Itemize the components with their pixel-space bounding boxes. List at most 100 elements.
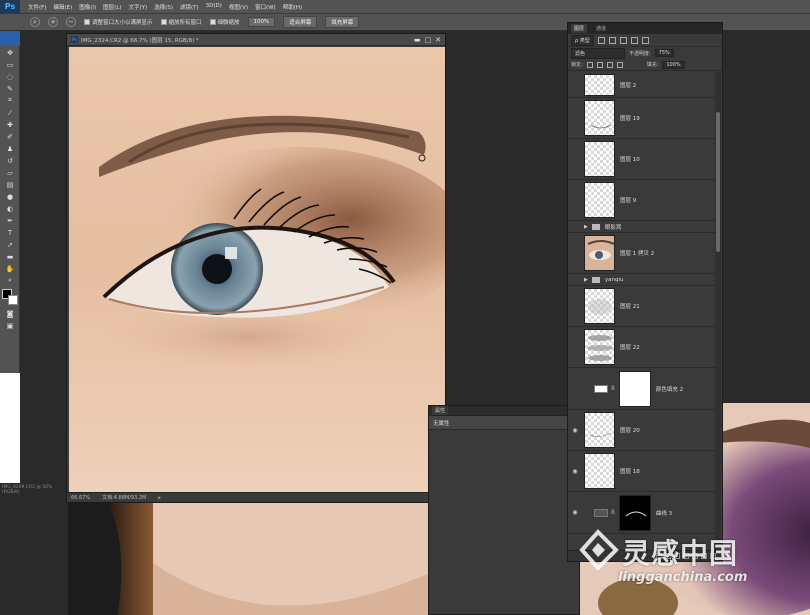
background-color-swatch[interactable] (8, 295, 18, 305)
expand-arrow-icon[interactable]: ▶ (584, 224, 588, 230)
dodge-tool-icon[interactable]: ◐ (2, 203, 18, 214)
layer-row[interactable]: 图层 2 (568, 72, 716, 98)
lock-position-icon[interactable] (606, 61, 613, 68)
quick-select-tool-icon[interactable]: ✎ (2, 83, 18, 94)
status-arrow-icon[interactable]: ▸ (158, 495, 161, 501)
visibility-eye-icon[interactable]: ◉ (568, 427, 582, 434)
layer-mask-thumbnail[interactable] (618, 370, 651, 407)
layer-row[interactable]: ◉ 图层 20 (568, 410, 716, 451)
menu-help[interactable]: 帮助(H) (283, 3, 302, 11)
layer-row[interactable]: 图层 10 (568, 139, 716, 180)
zoom-tool-icon[interactable]: ⌕ (2, 275, 18, 286)
visibility-eye-icon[interactable]: ◉ (568, 509, 582, 516)
marquee-tool-icon[interactable]: ▭ (2, 59, 18, 70)
watermark: 灵感中国 lingganchina.com (578, 528, 810, 598)
blend-mode-select[interactable]: 滤色 (571, 47, 625, 59)
layer-mask-thumbnail[interactable] (618, 494, 651, 531)
menu-window[interactable]: 窗口(W) (255, 3, 276, 11)
lock-image-icon[interactable] (596, 61, 603, 68)
layer-row[interactable]: 图层 9 (568, 180, 716, 221)
fill-label: 填充: (646, 62, 659, 68)
lasso-tool-icon[interactable]: ◌ (2, 71, 18, 82)
pen-tool-icon[interactable]: ✒ (2, 215, 18, 226)
menu-filter[interactable]: 滤镜(T) (180, 3, 199, 11)
lash-stroke-thumbnail (589, 432, 612, 437)
lock-all-icon[interactable] (616, 61, 623, 68)
layers-scrollbar[interactable] (715, 72, 721, 552)
menu-select[interactable]: 选择(S) (154, 3, 173, 11)
zoom-100-button[interactable]: 100% (247, 17, 276, 27)
minimize-icon[interactable]: ▬ (414, 36, 421, 44)
zoom-out-icon[interactable]: − (66, 17, 76, 27)
resize-windows-checkbox[interactable]: 调整窗口大小以满屏显示 (84, 18, 153, 26)
eraser-tool-icon[interactable]: ▱ (2, 167, 18, 178)
zoom-all-windows-checkbox[interactable]: 缩放所有窗口 (160, 18, 202, 26)
menu-items: 文件(F) 编辑(E) 图像(I) 图层(L) 文字(Y) 选择(S) 滤镜(T… (20, 3, 302, 11)
fill-input[interactable]: 100% (662, 60, 685, 69)
shape-tool-icon[interactable]: ▬ (2, 251, 18, 262)
layer-row[interactable]: 图层 22 (568, 327, 716, 368)
filter-kind-select[interactable]: ρ 类型 (571, 34, 594, 46)
quick-mask-icon[interactable]: ◙ (2, 308, 18, 319)
document-size[interactable]: 文档:4.88M/93.2M (102, 494, 146, 501)
tab-layers[interactable]: 图层 (571, 24, 588, 33)
filter-adjustment-icon[interactable] (608, 36, 616, 44)
path-select-tool-icon[interactable]: ➚ (2, 239, 18, 250)
layer-row[interactable]: 8 颜色填充 2 (568, 368, 716, 410)
stamp-tool-icon[interactable]: ♟ (2, 143, 18, 154)
hand-tool-icon[interactable]: ✋ (2, 263, 18, 274)
zoom-tool-icon[interactable]: ⌕ (30, 17, 40, 27)
screen-mode-icon[interactable]: ▣ (2, 320, 18, 331)
healing-brush-tool-icon[interactable]: ✚ (2, 119, 18, 130)
layer-row[interactable]: 图层 19 (568, 98, 716, 139)
opacity-input[interactable]: 75% (654, 49, 674, 57)
expand-arrow-icon[interactable]: ▶ (584, 277, 588, 283)
filter-type-icon[interactable] (619, 36, 627, 44)
menu-3d[interactable]: 3D(D) (206, 3, 222, 11)
scrollbar-thumb[interactable] (716, 112, 720, 252)
layer-group-row[interactable]: ▶ 眼影窝 (568, 221, 716, 233)
gradient-tool-icon[interactable]: ▤ (2, 179, 18, 190)
maximize-icon[interactable]: □ (425, 36, 432, 44)
zoom-in-icon[interactable]: + (48, 17, 58, 27)
mask-stroke-thumbnail (625, 511, 647, 516)
crop-tool-icon[interactable]: ⌗ (2, 95, 18, 106)
filter-smart-icon[interactable] (641, 36, 649, 44)
brush-tool-icon[interactable]: ✐ (2, 131, 18, 142)
visibility-eye-icon[interactable]: ◉ (568, 468, 582, 475)
color-swatches[interactable] (2, 289, 18, 305)
move-tool-icon[interactable]: ✥ (2, 47, 18, 58)
menu-edit[interactable]: 编辑(E) (53, 3, 72, 11)
fit-screen-button[interactable]: 适合屏幕 (283, 16, 318, 28)
lock-transparent-icon[interactable] (586, 61, 593, 68)
document-titlebar[interactable]: Ps IMG_2324.CR2 @ 66.7% (图层 15, RGB/8) *… (67, 34, 445, 46)
filter-shape-icon[interactable] (630, 36, 638, 44)
tab-properties[interactable]: 属性 (432, 406, 449, 415)
scrubby-zoom-checkbox[interactable]: 细微缩放 (209, 18, 240, 26)
type-tool-icon[interactable]: T (2, 227, 18, 238)
fill-screen-button[interactable]: 填充屏幕 (325, 16, 360, 28)
layer-thumbnail (584, 182, 615, 218)
zoom-level[interactable]: 66.67% (71, 495, 90, 501)
layer-filter-row: ρ 类型 (568, 34, 722, 47)
layer-group-row[interactable]: ▶ yanqiu (568, 274, 716, 286)
ps-doc-icon: Ps (71, 36, 78, 43)
layer-row[interactable]: 图层 21 (568, 286, 716, 327)
menu-layer[interactable]: 图层(L) (103, 3, 121, 11)
document-canvas[interactable] (69, 47, 445, 493)
menu-view[interactable]: 视图(V) (229, 3, 248, 11)
menu-image[interactable]: 图像(I) (79, 3, 96, 11)
history-brush-tool-icon[interactable]: ↺ (2, 155, 18, 166)
menu-type[interactable]: 文字(Y) (129, 3, 148, 11)
tab-channels[interactable]: 通道 (593, 24, 609, 33)
layer-thumbnail (584, 141, 615, 177)
menu-file[interactable]: 文件(F) (28, 3, 46, 11)
blur-tool-icon[interactable]: ● (2, 191, 18, 202)
layer-row[interactable]: ◉ 图层 18 (568, 451, 716, 492)
close-icon[interactable]: ✕ (435, 36, 441, 44)
group-name: yanqiu (604, 276, 624, 283)
eyedropper-tool-icon[interactable]: ⁄ (2, 107, 18, 118)
filter-pixel-icon[interactable] (597, 36, 605, 44)
layer-row[interactable]: 图层 1 拷贝 2 (568, 233, 716, 274)
gray-strokes-thumbnail (587, 335, 613, 361)
